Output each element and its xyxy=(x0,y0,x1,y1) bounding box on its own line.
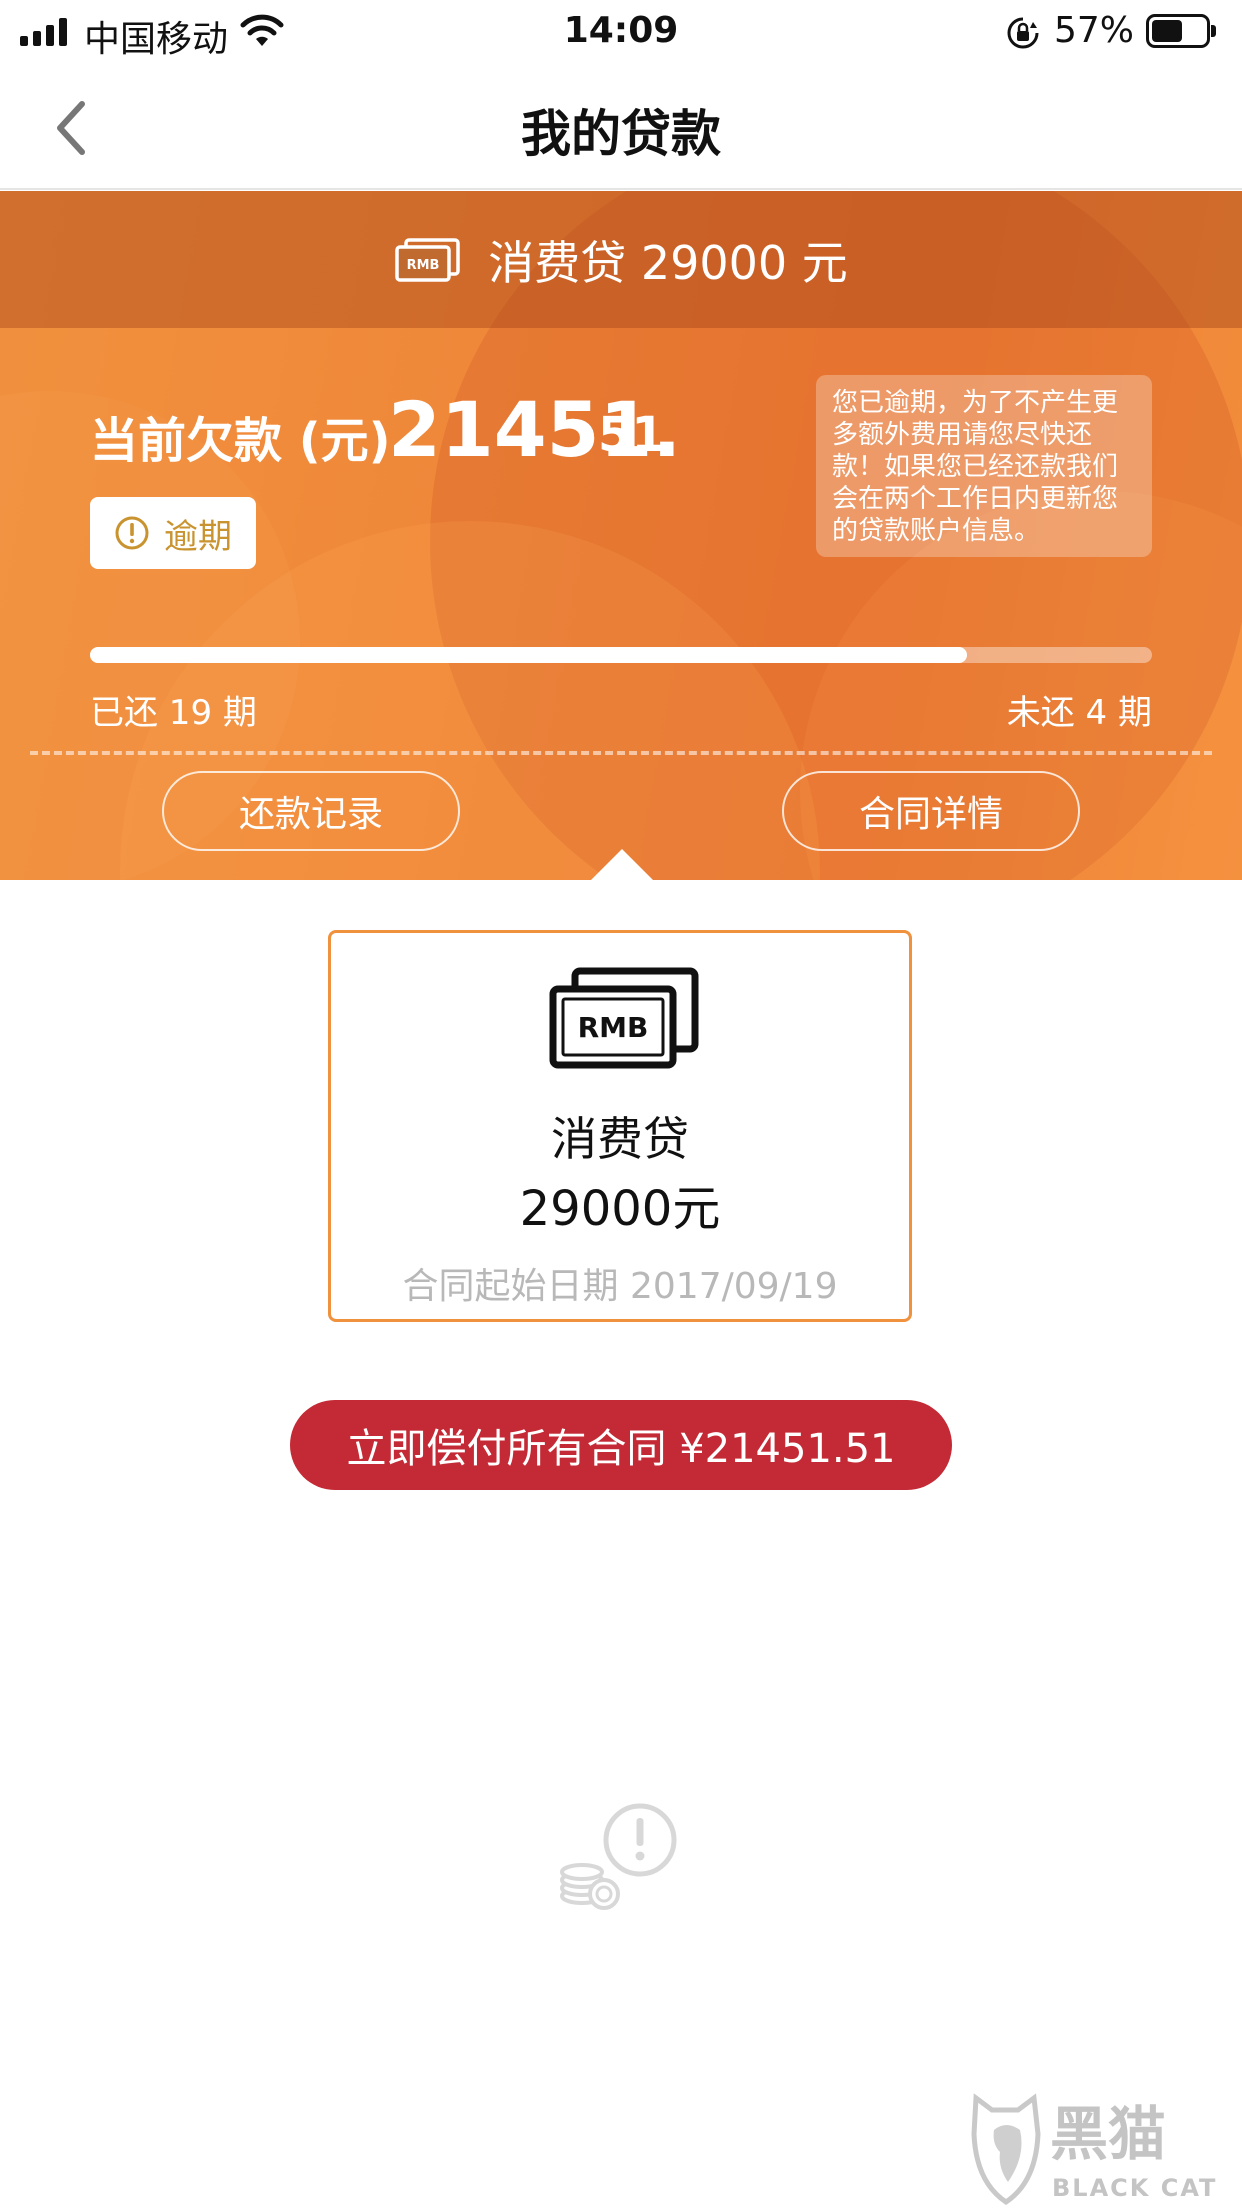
current-debt-decimal: 51 xyxy=(598,407,665,463)
repayment-progress-bar xyxy=(90,647,1152,663)
loan-card-amount: 29000元 xyxy=(519,1181,721,1237)
contract-details-button[interactable]: 合同详情 xyxy=(782,771,1080,851)
rmb-icon-text: RMB xyxy=(578,1011,649,1044)
svg-text:BLACK CAT: BLACK CAT xyxy=(1052,2174,1217,2202)
navigation-bar: 我的贷款 xyxy=(0,66,1242,190)
divider xyxy=(30,751,1212,755)
loan-card-title: 消费贷 xyxy=(551,1112,689,1166)
rotation-lock-icon xyxy=(1007,17,1039,49)
overdue-notice: 您已逾期，为了不产生更多额外费用请您尽快还款！如果您已经还款我们会在两个工作日内… xyxy=(816,375,1152,557)
pay-all-contracts-button[interactable]: 立即偿付所有合同 ¥21451.51 xyxy=(290,1400,952,1490)
coins-warning-icon xyxy=(560,1803,677,1910)
svg-text:RMB: RMB xyxy=(407,258,440,273)
repayment-progress-fill xyxy=(90,647,968,663)
status-badge-label: 逾期 xyxy=(164,516,232,557)
status-badge: 逾期 xyxy=(90,497,256,569)
unpaid-periods: 未还 4 期 xyxy=(1006,693,1152,733)
battery-percentage: 57% xyxy=(1054,10,1135,51)
rmb-banknote-icon: RMB xyxy=(549,967,699,1069)
loan-product-banner: RMB 消费贷 29000 元 xyxy=(0,191,1242,328)
loan-product-title: 消费贷 29000 元 xyxy=(488,235,848,290)
battery-icon xyxy=(1146,14,1216,48)
svg-text:黑猫: 黑猫 xyxy=(1050,2100,1166,2168)
exclamation-circle-icon xyxy=(115,516,149,550)
status-bar: 中国移动 14:09 57% xyxy=(0,0,1242,66)
loan-summary-header: RMB 消费贷 29000 元 当前欠款 (元) 21451. 51 逾期 您已… xyxy=(0,191,1242,880)
selection-pointer xyxy=(590,849,654,880)
rmb-banknote-icon: RMB xyxy=(395,237,460,282)
loan-contract-card[interactable]: RMB 消费贷 29000元 合同起始日期 2017/09/19 xyxy=(328,930,912,1322)
paid-periods: 已还 19 期 xyxy=(90,693,257,733)
page-title: 我的贷款 xyxy=(521,105,721,163)
current-debt-label: 当前欠款 (元) xyxy=(90,413,391,469)
battery-level xyxy=(1152,20,1182,42)
black-cat-watermark-logo: 黑猫 BLACK CAT xyxy=(971,2093,1217,2206)
repayment-records-button[interactable]: 还款记录 xyxy=(162,771,460,851)
contract-start-date: 合同起始日期 2017/09/19 xyxy=(402,1266,838,1307)
